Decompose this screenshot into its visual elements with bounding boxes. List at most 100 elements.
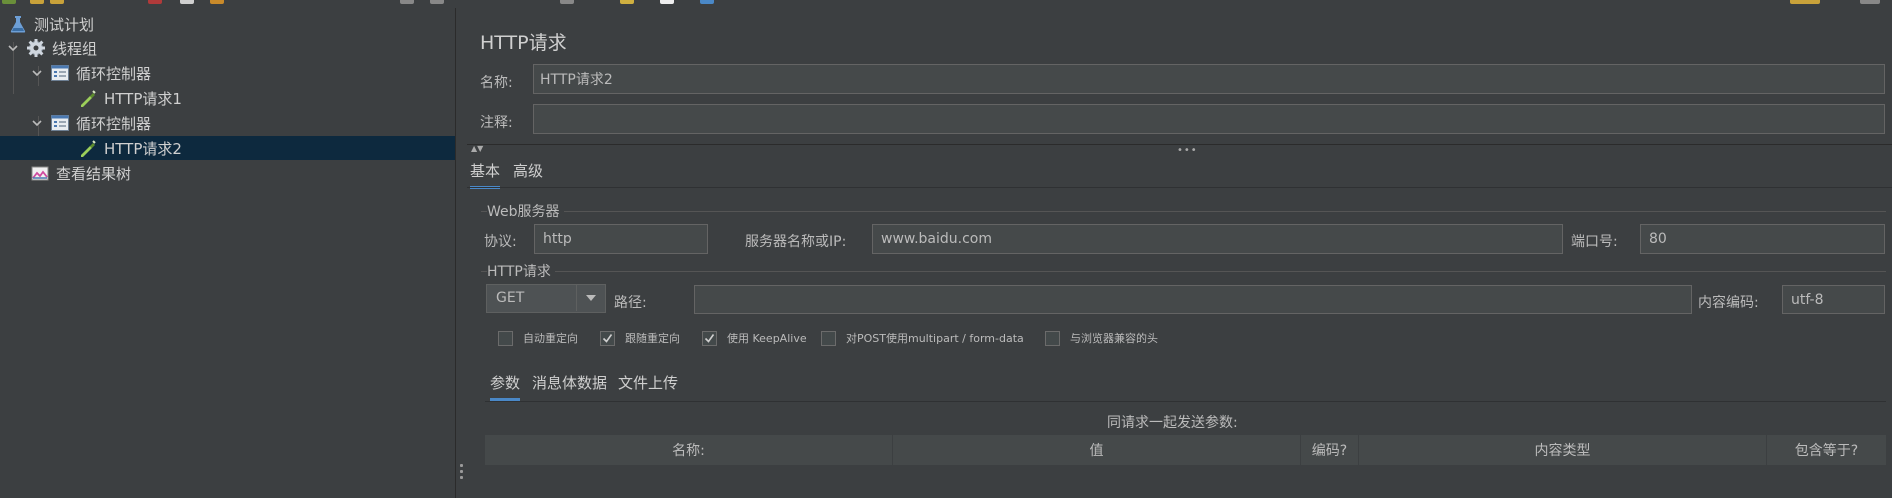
path-field[interactable] xyxy=(694,285,1692,314)
sampler-pipette-icon xyxy=(78,138,98,158)
checkbox-box[interactable] xyxy=(498,330,513,346)
tab-file-upload[interactable]: 文件上传 xyxy=(618,370,678,398)
toolbar-icon[interactable] xyxy=(148,0,162,4)
tree-item-label: HTTP请求2 xyxy=(104,139,182,158)
server-name-field-value: www.baidu.com xyxy=(881,231,992,247)
column-header-include-equals[interactable]: 包含等于? xyxy=(1767,435,1886,465)
checkmark-icon xyxy=(602,333,613,343)
keepalive-checkbox[interactable]: 使用 KeepAlive xyxy=(702,330,807,346)
content-encoding-field-value: utf-8 xyxy=(1791,291,1824,308)
tree-item-http-request-1[interactable]: HTTP请求1 xyxy=(78,86,182,110)
protocol-field-value: http xyxy=(543,231,572,247)
checkbox-box[interactable] xyxy=(821,330,836,346)
checkbox-box[interactable] xyxy=(702,330,717,346)
collapse-arrows-icon[interactable]: ▲▼ xyxy=(471,144,483,153)
server-label: 服务器名称或IP: xyxy=(745,234,847,250)
toolbar-icon[interactable] xyxy=(210,0,224,4)
toolbar-icon[interactable] xyxy=(2,0,16,4)
toolbar-icon[interactable] xyxy=(430,0,444,4)
checkbox-label: 与浏览器兼容的头 xyxy=(1070,332,1158,345)
chevron-down-icon[interactable] xyxy=(30,66,44,80)
tree-item-label: 线程组 xyxy=(52,39,98,58)
checkmark-icon xyxy=(704,333,715,343)
tree-item-label: 测试计划 xyxy=(34,15,95,34)
toolbar-icon[interactable] xyxy=(620,0,634,4)
port-label: 端口号: xyxy=(1571,234,1618,250)
port-field-value: 80 xyxy=(1649,231,1667,247)
flask-icon xyxy=(8,14,28,34)
server-name-field[interactable]: www.baidu.com xyxy=(872,224,1563,254)
tree-item-http-request-2[interactable]: HTTP请求2 xyxy=(0,136,455,160)
tree-item-label: 循环控制器 xyxy=(76,64,152,83)
tab-body-data[interactable]: 消息体数据 xyxy=(532,370,607,398)
sampler-pipette-icon xyxy=(78,88,98,108)
toolbar-icon[interactable] xyxy=(30,0,44,4)
web-server-group-title: Web服务器 xyxy=(487,201,564,221)
toolbar-icon[interactable] xyxy=(1790,0,1820,4)
chevron-down-icon[interactable] xyxy=(30,116,44,130)
comment-label: 注释: xyxy=(480,115,513,131)
drag-handle-icon[interactable] xyxy=(460,464,463,482)
toolbar xyxy=(0,0,1892,8)
page-title: HTTP请求 xyxy=(480,32,567,54)
checkbox-label: 对POST使用multipart / form-data xyxy=(846,332,1024,345)
splitter-dots-icon: ••• xyxy=(1177,145,1198,156)
group-border xyxy=(481,271,1886,272)
protocol-field[interactable]: http xyxy=(534,224,708,254)
protocol-label: 协议: xyxy=(484,234,517,250)
collapse-splitter[interactable]: ▲▼ ••• xyxy=(467,144,1892,156)
auto-redirect-checkbox[interactable]: 自动重定向 xyxy=(498,330,578,346)
tree-item-loop-controller-2[interactable]: 循环控制器 xyxy=(30,111,151,135)
tree-item-test-plan[interactable]: 测试计划 xyxy=(8,12,94,36)
tree-item-view-results-tree[interactable]: 查看结果树 xyxy=(30,161,131,185)
checkbox-box[interactable] xyxy=(600,330,615,346)
name-field[interactable]: HTTP请求2 xyxy=(533,64,1885,94)
encoding-label: 内容编码: xyxy=(1698,295,1759,311)
toolbar-icon[interactable] xyxy=(180,0,194,4)
chevron-down-icon[interactable] xyxy=(6,41,20,55)
checkbox-label: 跟随重定向 xyxy=(625,332,680,345)
toolbar-icon[interactable] xyxy=(660,0,674,4)
parameters-table-header: 名称: 值 编码? 内容类型 包含等于? xyxy=(485,435,1886,465)
test-plan-tree: 测试计划 线程组 循环控制器 HTTP请求1 循环控制器 HTTP请求2 查看结… xyxy=(0,8,455,498)
checkbox-label: 自动重定向 xyxy=(523,332,578,345)
follow-redirects-checkbox[interactable]: 跟随重定向 xyxy=(600,330,680,346)
results-chart-icon xyxy=(30,163,50,183)
tree-item-thread-group[interactable]: 线程组 xyxy=(6,36,97,60)
method-select-value: GET xyxy=(496,290,525,306)
column-header-name[interactable]: 名称: xyxy=(485,435,893,465)
tab-divider xyxy=(467,187,1892,188)
name-label: 名称: xyxy=(480,75,513,91)
tree-item-label: 查看结果树 xyxy=(56,164,132,183)
gear-icon xyxy=(26,38,46,58)
tab-divider xyxy=(485,401,1886,402)
toolbar-icon[interactable] xyxy=(400,0,414,4)
tab-advanced[interactable]: 高级 xyxy=(513,158,543,186)
tree-item-loop-controller-1[interactable]: 循环控制器 xyxy=(30,61,151,85)
method-select[interactable]: GET xyxy=(486,284,606,313)
browser-headers-checkbox[interactable]: 与浏览器兼容的头 xyxy=(1045,330,1158,346)
group-border xyxy=(481,211,1886,212)
toolbar-icon[interactable] xyxy=(1860,0,1880,4)
tab-basic[interactable]: 基本 xyxy=(470,158,501,189)
checkbox-box[interactable] xyxy=(1045,330,1060,346)
tree-item-label: HTTP请求1 xyxy=(104,89,182,108)
path-label: 路径: xyxy=(614,295,647,311)
toolbar-icon[interactable] xyxy=(560,0,574,4)
chevron-down-icon[interactable] xyxy=(576,285,605,311)
column-header-value[interactable]: 值 xyxy=(893,435,1301,465)
tree-item-label: 循环控制器 xyxy=(76,114,152,133)
content-encoding-field[interactable]: utf-8 xyxy=(1782,285,1885,314)
column-header-encode[interactable]: 编码? xyxy=(1301,435,1359,465)
comment-field[interactable] xyxy=(533,104,1885,134)
checkbox-label: 使用 KeepAlive xyxy=(727,332,807,345)
column-header-content-type[interactable]: 内容类型 xyxy=(1359,435,1767,465)
toolbar-icon[interactable] xyxy=(50,0,64,4)
port-field[interactable]: 80 xyxy=(1640,224,1885,254)
multipart-checkbox[interactable]: 对POST使用multipart / form-data xyxy=(821,330,1024,346)
http-request-group-title: HTTP请求 xyxy=(487,261,555,281)
loop-controller-icon xyxy=(50,63,70,83)
http-request-panel: HTTP请求 名称: HTTP请求2 注释: ▲▼ ••• 基本 高级 Web服… xyxy=(467,8,1892,498)
tab-parameters[interactable]: 参数 xyxy=(490,370,521,401)
toolbar-icon[interactable] xyxy=(700,0,714,4)
